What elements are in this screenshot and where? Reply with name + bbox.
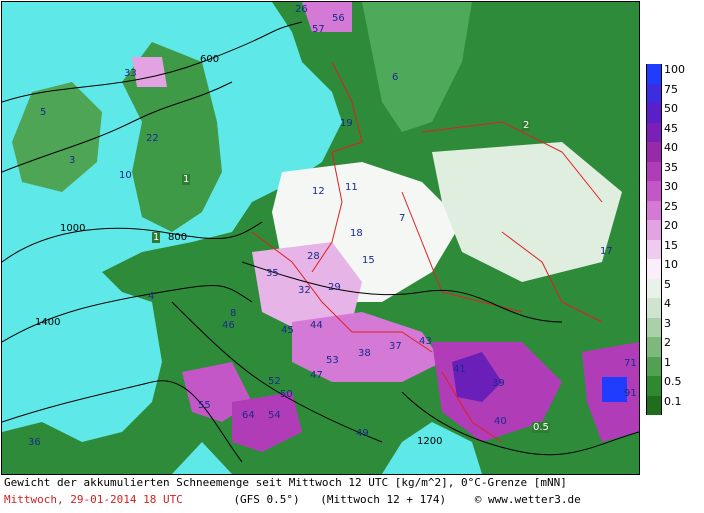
- snow-label: 44: [310, 320, 323, 331]
- snow-label: 43: [419, 336, 432, 347]
- snow-label: 49: [356, 428, 369, 439]
- snow-label: 41: [453, 364, 466, 375]
- snow-label: 28: [307, 251, 320, 262]
- snow-label: 36: [28, 437, 41, 448]
- legend-value: 100: [664, 63, 685, 76]
- map-description: Gewicht der akkumulierten Schneemenge se…: [4, 476, 567, 489]
- snow-label: 7: [399, 213, 406, 224]
- map-footer: Gewicht der akkumulierten Schneemenge se…: [1, 475, 640, 512]
- isoline-label: 800: [168, 232, 188, 243]
- snow-label: 71: [624, 358, 637, 369]
- legend-swatch: [646, 142, 662, 162]
- snow-label: 50: [280, 389, 293, 400]
- snow-label: 22: [146, 133, 159, 144]
- snow-label: 38: [358, 348, 371, 359]
- legend-value: 20: [664, 219, 678, 232]
- legend-value: 2: [664, 336, 671, 349]
- snow-label: 3: [69, 155, 76, 166]
- snow-label: 4: [148, 291, 155, 302]
- legend-swatch: [646, 356, 662, 376]
- legend-swatch: [646, 83, 662, 103]
- snow-label: 18: [350, 228, 363, 239]
- legend-value: 1: [664, 355, 671, 369]
- snow-label: 64: [242, 410, 255, 421]
- snow-label: 10: [119, 170, 132, 181]
- snow-label: 17: [600, 246, 613, 257]
- valid-time: Mittwoch, 29-01-2014 18 UTC: [4, 493, 183, 506]
- map-canvas: [2, 2, 639, 474]
- snow-label: 5: [40, 107, 47, 118]
- snow-label: 19: [340, 118, 353, 129]
- legend-swatch: [646, 181, 662, 201]
- model-name: (GFS 0.5°): [233, 493, 300, 506]
- snow-label: 45: [281, 325, 294, 336]
- legend-swatch: [646, 161, 662, 181]
- snow-label: 46: [222, 320, 235, 331]
- isoline-label: 1400: [35, 317, 61, 328]
- legend-swatch: [646, 278, 662, 298]
- snow-label: 6: [392, 72, 399, 83]
- isoline-label: 1200: [417, 436, 443, 447]
- snow-label: 1: [152, 232, 161, 243]
- legend-swatch: [646, 122, 662, 142]
- snow-label: 29: [328, 282, 341, 293]
- legend-value: 3: [664, 316, 671, 330]
- snow-label: 52: [268, 376, 281, 387]
- legend-swatch: [646, 337, 662, 357]
- legend-swatch: [646, 376, 662, 396]
- snow-label: 26: [295, 4, 308, 15]
- legend-value: 15: [664, 238, 678, 252]
- legend-value: 4: [664, 297, 671, 310]
- legend-value: 0.1: [664, 394, 682, 408]
- legend-value: 75: [664, 82, 678, 96]
- snow-label: 33: [124, 68, 137, 79]
- snow-label: 11: [345, 182, 358, 193]
- legend-swatch: [646, 239, 662, 259]
- snow-map: 26 56 57 33 19 22 1 3 12 2 6 5 4 10 18 1…: [1, 1, 640, 475]
- snow-label: 56: [332, 13, 345, 24]
- snow-label: 55: [198, 400, 211, 411]
- snow-label: 40: [494, 416, 507, 427]
- snow-label: 2: [522, 120, 531, 131]
- snow-label: 57: [312, 24, 325, 35]
- snow-label: 35: [266, 268, 279, 279]
- legend-value: 30: [664, 180, 678, 193]
- legend-swatch: [646, 259, 662, 279]
- legend-value: 25: [664, 199, 678, 213]
- legend-value: 50: [664, 102, 678, 115]
- legend-swatch: [646, 103, 662, 123]
- isoline-label: 600: [200, 54, 220, 65]
- isoline-label: 1000: [60, 223, 86, 234]
- snow-label: 54: [268, 410, 281, 421]
- legend-value: 35: [664, 160, 678, 174]
- snow-label: 0.5: [532, 422, 550, 433]
- snow-label: 53: [326, 355, 339, 366]
- snow-label: 47: [310, 370, 323, 381]
- legend-value: 40: [664, 141, 678, 154]
- copyright: © www.wetter3.de: [474, 493, 581, 506]
- legend-swatch: [646, 317, 662, 337]
- legend-swatch: [646, 64, 662, 84]
- snow-label: 39: [492, 378, 505, 389]
- legend-value: 10: [664, 258, 678, 271]
- legend-swatch: [646, 395, 662, 415]
- legend-swatch: [646, 200, 662, 220]
- snow-label: 91: [624, 388, 637, 399]
- legend-value: 0.5: [664, 375, 682, 388]
- snow-label: 1: [182, 174, 191, 185]
- legend-swatch: [646, 220, 662, 240]
- snow-label: 15: [362, 255, 375, 266]
- legend-value: 5: [664, 277, 671, 291]
- snow-label: 8: [230, 308, 237, 319]
- color-legend: 100 75 50 45 40 35 30 25 20 15 10 5 4 3 2 1 0.5 0.1: [642, 60, 704, 420]
- snow-label: 32: [298, 285, 311, 296]
- map-meta: Mittwoch, 29-01-2014 18 UTC (GFS 0.5°) (…: [4, 493, 581, 506]
- legend-value: 45: [664, 121, 678, 135]
- forecast-run: (Mittwoch 12 + 174): [320, 493, 447, 506]
- snow-label: 37: [389, 341, 402, 352]
- legend-swatch: [646, 298, 662, 318]
- snow-label: 12: [312, 186, 325, 197]
